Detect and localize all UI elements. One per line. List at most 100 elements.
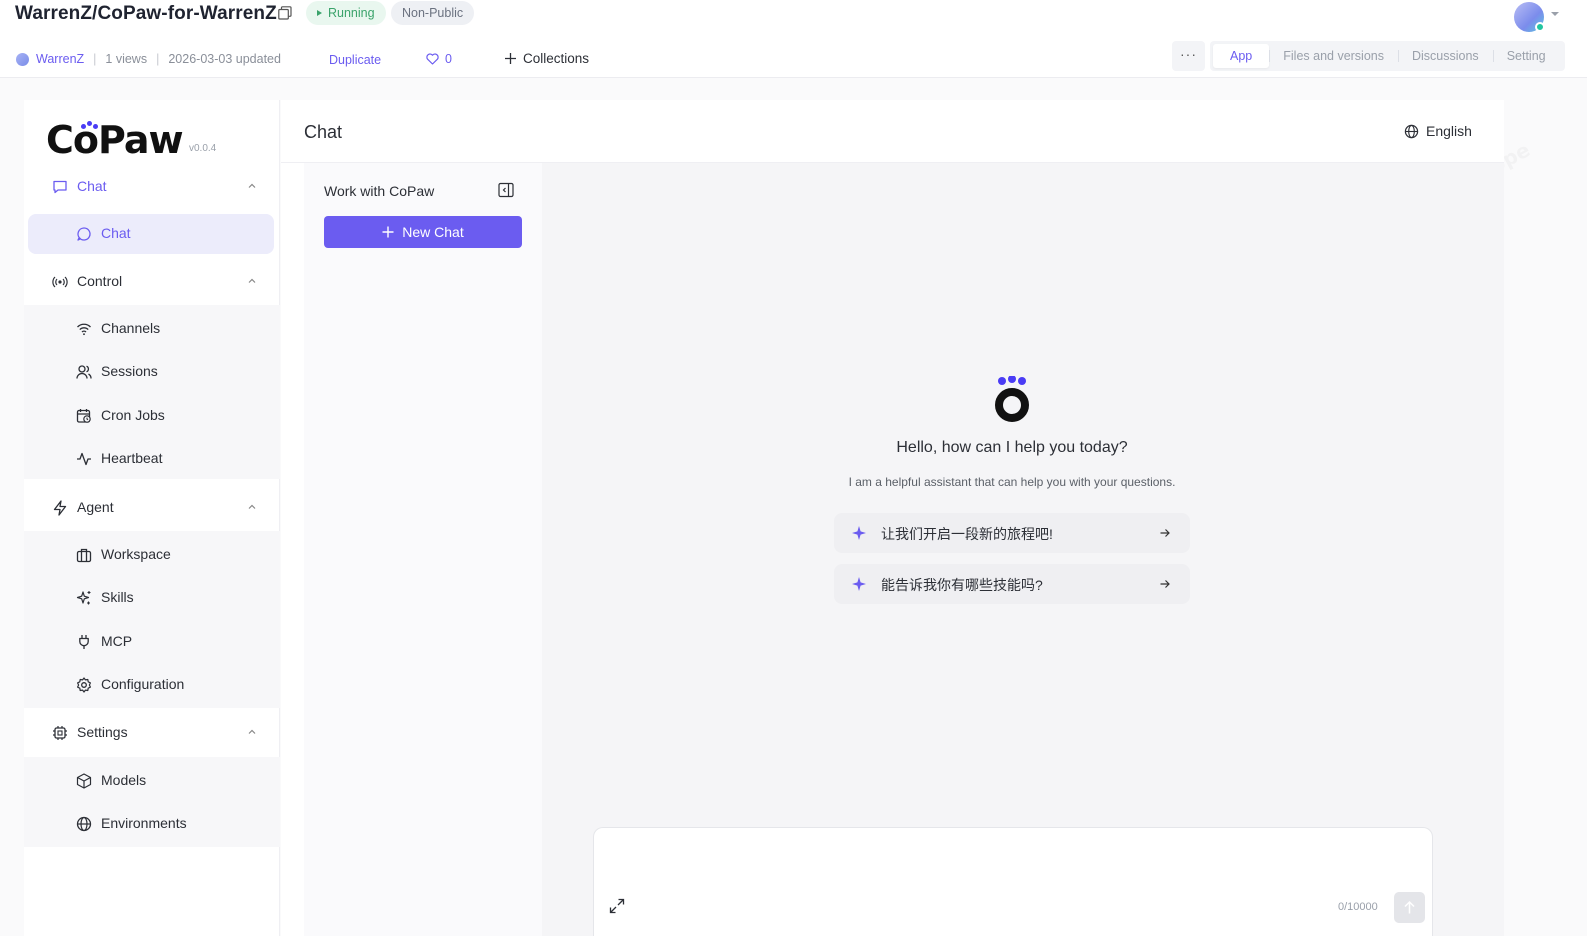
duplicate-button[interactable]: Duplicate: [329, 53, 381, 67]
chat-list-title: Work with CoPaw: [324, 183, 435, 199]
sidebar-item-label: Chat: [101, 225, 131, 241]
sidebar-item-skills[interactable]: Skills: [28, 578, 274, 618]
welcome-greeting: Hello, how can I help you today?: [896, 439, 1128, 456]
new-chat-button[interactable]: New Chat: [324, 216, 522, 248]
sidebar-item-label: Environments: [101, 815, 187, 831]
sidebar-submenu-control: Channels Sessions Cron Jobs Heartbeat: [24, 305, 280, 479]
sidebar-submenu-agent: Workspace Skills MCP Configuration: [24, 531, 280, 708]
app-frame: ModelScope ModelScope ModelScope ModelSc…: [0, 78, 1587, 936]
sidebar-item-cron-jobs[interactable]: Cron Jobs: [28, 396, 274, 436]
sidebar-item-models[interactable]: Models: [28, 761, 274, 801]
sidebar-item-label: Heartbeat: [101, 450, 163, 466]
sidebar-item-environments[interactable]: Environments: [28, 804, 274, 844]
message-square-icon: [53, 180, 67, 194]
collections-button[interactable]: Collections: [504, 51, 589, 66]
users-icon: [76, 365, 92, 379]
arrow-up-icon: [1404, 900, 1415, 914]
sparkle-icon: [852, 577, 866, 591]
sparkles-icon: [76, 591, 91, 605]
visibility-badge: Non-Public: [391, 1, 475, 25]
sidebar-group-label: Control: [77, 273, 123, 289]
collections-label: Collections: [523, 51, 590, 66]
chevron-up-icon: [248, 729, 256, 734]
tab-discussions[interactable]: Discussions: [1398, 44, 1493, 68]
arrow-right-icon: [1160, 529, 1170, 537]
like-button[interactable]: 0: [426, 52, 452, 66]
play-icon: [317, 10, 322, 16]
chevron-down-icon[interactable]: [1551, 12, 1559, 16]
language-label: English: [1426, 123, 1472, 139]
wifi-icon: [77, 323, 91, 336]
sidebar-item-configuration[interactable]: Configuration: [28, 665, 274, 705]
more-button[interactable]: ···: [1172, 41, 1205, 71]
sidebar-item-label: Channels: [101, 320, 161, 336]
suggested-prompt[interactable]: 能告诉我你有哪些技能吗?: [834, 564, 1190, 604]
status-badge-running: Running: [306, 1, 386, 25]
sidebar-group-label: Agent: [77, 499, 114, 515]
user-avatar[interactable]: [1514, 2, 1545, 32]
sidebar-item-label: Workspace: [101, 546, 171, 562]
copaw-paw-logo-icon: [995, 376, 1029, 422]
sidebar-item-sessions[interactable]: Sessions: [28, 352, 274, 392]
sidebar-item-mcp[interactable]: MCP: [28, 622, 274, 662]
repo-meta: WarrenZ | 1 views | 2026-03-03 updated: [16, 52, 281, 66]
sidebar-group-label: Chat: [77, 178, 107, 194]
chevron-up-icon: [248, 278, 256, 283]
version-label: v0.0.4: [189, 143, 217, 154]
briefcase-icon: [76, 548, 92, 563]
globe-icon: [1404, 124, 1419, 138]
character-counter: 0/10000: [1338, 901, 1378, 913]
chevron-up-icon: [248, 183, 256, 188]
repo-tabs: App Files and versions Discussions Setti…: [1210, 41, 1565, 71]
view-count: 1 views: [105, 52, 148, 66]
sidebar-item-label: Sessions: [101, 363, 158, 379]
like-count: 0: [445, 52, 452, 66]
repo-title[interactable]: WarrenZ/CoPaw-for-WarrenZ: [15, 3, 277, 25]
online-indicator: [1535, 22, 1545, 32]
chevron-up-icon: [248, 504, 256, 509]
radio-icon: [52, 276, 68, 288]
activity-icon: [77, 452, 91, 466]
language-switcher[interactable]: English: [1404, 123, 1472, 139]
sidebar-item-heartbeat[interactable]: Heartbeat: [28, 439, 274, 479]
panel-collapse-icon[interactable]: [498, 182, 514, 198]
heart-icon: [426, 53, 439, 65]
author-link[interactable]: WarrenZ: [36, 52, 84, 66]
top-header: WarrenZ/CoPaw-for-WarrenZ Running Non-Pu…: [0, 0, 1587, 78]
copaw-logo: CoPaw: [46, 118, 184, 162]
message-composer[interactable]: 0/10000: [593, 827, 1433, 936]
sidebar-group-label: Settings: [77, 724, 128, 740]
plus-icon: [505, 53, 516, 64]
expand-icon[interactable]: [609, 898, 625, 914]
sidebar-item-label: Models: [101, 772, 147, 788]
welcome-subtitle: I am a helpful assistant that can help y…: [848, 475, 1176, 489]
suggested-prompt[interactable]: 让我们开启一段新的旅程吧!: [834, 513, 1190, 553]
sidebar-item-label: Skills: [101, 589, 134, 605]
plus-icon: [382, 226, 394, 238]
tab-app[interactable]: App: [1213, 44, 1270, 68]
main-header: Chat English: [281, 100, 1504, 163]
calendar-clock-icon: [76, 409, 91, 423]
sidebar-group-settings[interactable]: Settings: [24, 713, 280, 753]
cpu-icon: [53, 726, 67, 740]
sidebar-group-control[interactable]: Control: [24, 262, 280, 302]
tab-setting[interactable]: Setting: [1492, 44, 1560, 68]
copy-icon[interactable]: [278, 6, 292, 20]
sidebar-item-label: MCP: [101, 633, 133, 649]
send-button[interactable]: [1394, 892, 1425, 923]
plug-icon: [79, 635, 89, 649]
arrow-right-icon: [1160, 580, 1170, 588]
meta-separator: |: [156, 52, 160, 66]
sidebar-group-agent[interactable]: Agent: [24, 488, 280, 528]
sidebar-item-label: Cron Jobs: [101, 407, 165, 423]
sidebar-group-chat[interactable]: Chat: [24, 167, 280, 207]
tab-files-and-versions[interactable]: Files and versions: [1269, 44, 1398, 68]
prompt-text: 让我们开启一段新的旅程吧!: [881, 526, 1053, 542]
sidebar-item-channels[interactable]: Channels: [28, 309, 274, 349]
status-label: Running: [328, 6, 375, 20]
sidebar-item-chat[interactable]: Chat: [28, 214, 274, 254]
sidebar-item-workspace[interactable]: Workspace: [28, 535, 274, 575]
sidebar-item-label: Configuration: [101, 676, 185, 692]
message-circle-icon: [77, 227, 91, 241]
prompt-text: 能告诉我你有哪些技能吗?: [881, 577, 1043, 593]
